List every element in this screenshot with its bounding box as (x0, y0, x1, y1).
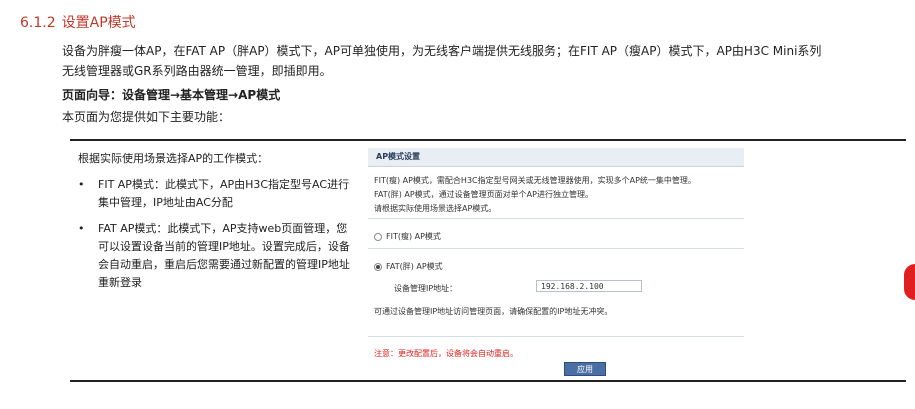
list-item-fat: • FAT AP模式：此模式下，AP支持web页面管理，您可以设置设备当前的管理… (78, 220, 358, 292)
bullet-icon: • (78, 222, 85, 235)
panel-divider (368, 218, 744, 219)
fit-mode-radio[interactable] (374, 232, 382, 241)
panel-desc-hint: 请根据实际使用场景选择AP模式。 (374, 204, 497, 213)
ip-label: 设备管理IP地址： (394, 284, 458, 293)
intro-paragraph-line1: 设备为胖瘦一体AP，在FAT AP（胖AP）模式下，AP可单独使用，为无线客户端… (62, 44, 822, 58)
fat-mode-radio[interactable] (374, 262, 382, 271)
feature-list: • FIT AP模式：此模式下，AP由H3C指定型号AC进行集中管理，IP地址由… (78, 176, 358, 292)
panel-divider (368, 248, 744, 249)
panel-desc-fat: FAT(胖) AP模式，通过设备管理页面对单个AP进行独立管理。 (374, 190, 593, 199)
fat-mode-option[interactable]: FAT(胖) AP模式 (374, 261, 443, 272)
features-intro: 本页面为您提供如下主要功能： (62, 110, 231, 124)
fit-mode-label: FIT(瘦) AP模式 (386, 232, 441, 241)
floating-feedback-tab[interactable] (904, 264, 915, 300)
panel-divider (368, 336, 744, 337)
fit-description: FIT AP模式：此模式下，AP由H3C指定型号AC进行集中管理，IP地址由AC… (98, 178, 350, 209)
table-top-border (70, 139, 906, 141)
ip-address-input[interactable]: 192.168.2.100 (536, 280, 642, 292)
feature-description: 根据实际使用场景选择AP的工作模式： • FIT AP模式：此模式下，AP由H3… (78, 150, 358, 300)
restart-warning: 注意：更改配置后，设备将会自动重启。 (374, 349, 518, 358)
ip-note: 可通过设备管理IP地址访问管理页面，请确保配置的IP地址无冲突。 (374, 307, 613, 316)
fit-mode-option[interactable]: FIT(瘦) AP模式 (374, 231, 441, 242)
apply-button[interactable]: 应用 (564, 362, 606, 376)
intro-paragraph-line2: 无线管理器或GR系列路由器统一管理，即插即用。 (62, 64, 332, 78)
panel-header: AP模式设置 (368, 148, 744, 167)
ap-mode-settings-panel: AP模式设置 FIT(瘦) AP模式，需配合H3C指定型号网关或无线管理器使用，… (368, 148, 744, 378)
panel-desc-fit: FIT(瘦) AP模式，需配合H3C指定型号网关或无线管理器使用，实现多个AP统… (374, 176, 696, 185)
fat-description: FAT AP模式：此模式下，AP支持web页面管理，您可以设置设备当前的管理IP… (98, 222, 350, 289)
section-number: 6.1.2 (20, 15, 56, 31)
bullet-icon: • (78, 178, 85, 191)
table-bottom-border (70, 380, 906, 382)
list-item-fit: • FIT AP模式：此模式下，AP由H3C指定型号AC进行集中管理，IP地址由… (78, 176, 358, 212)
mode-intro: 根据实际使用场景选择AP的工作模式： (78, 152, 269, 165)
page-guide: 页面向导：设备管理→基本管理→AP模式 (62, 88, 281, 102)
section-heading: 设置AP模式 (61, 15, 136, 31)
fat-mode-label: FAT(胖) AP模式 (386, 262, 443, 271)
section-title: 6.1.2 设置AP模式 (20, 12, 136, 32)
